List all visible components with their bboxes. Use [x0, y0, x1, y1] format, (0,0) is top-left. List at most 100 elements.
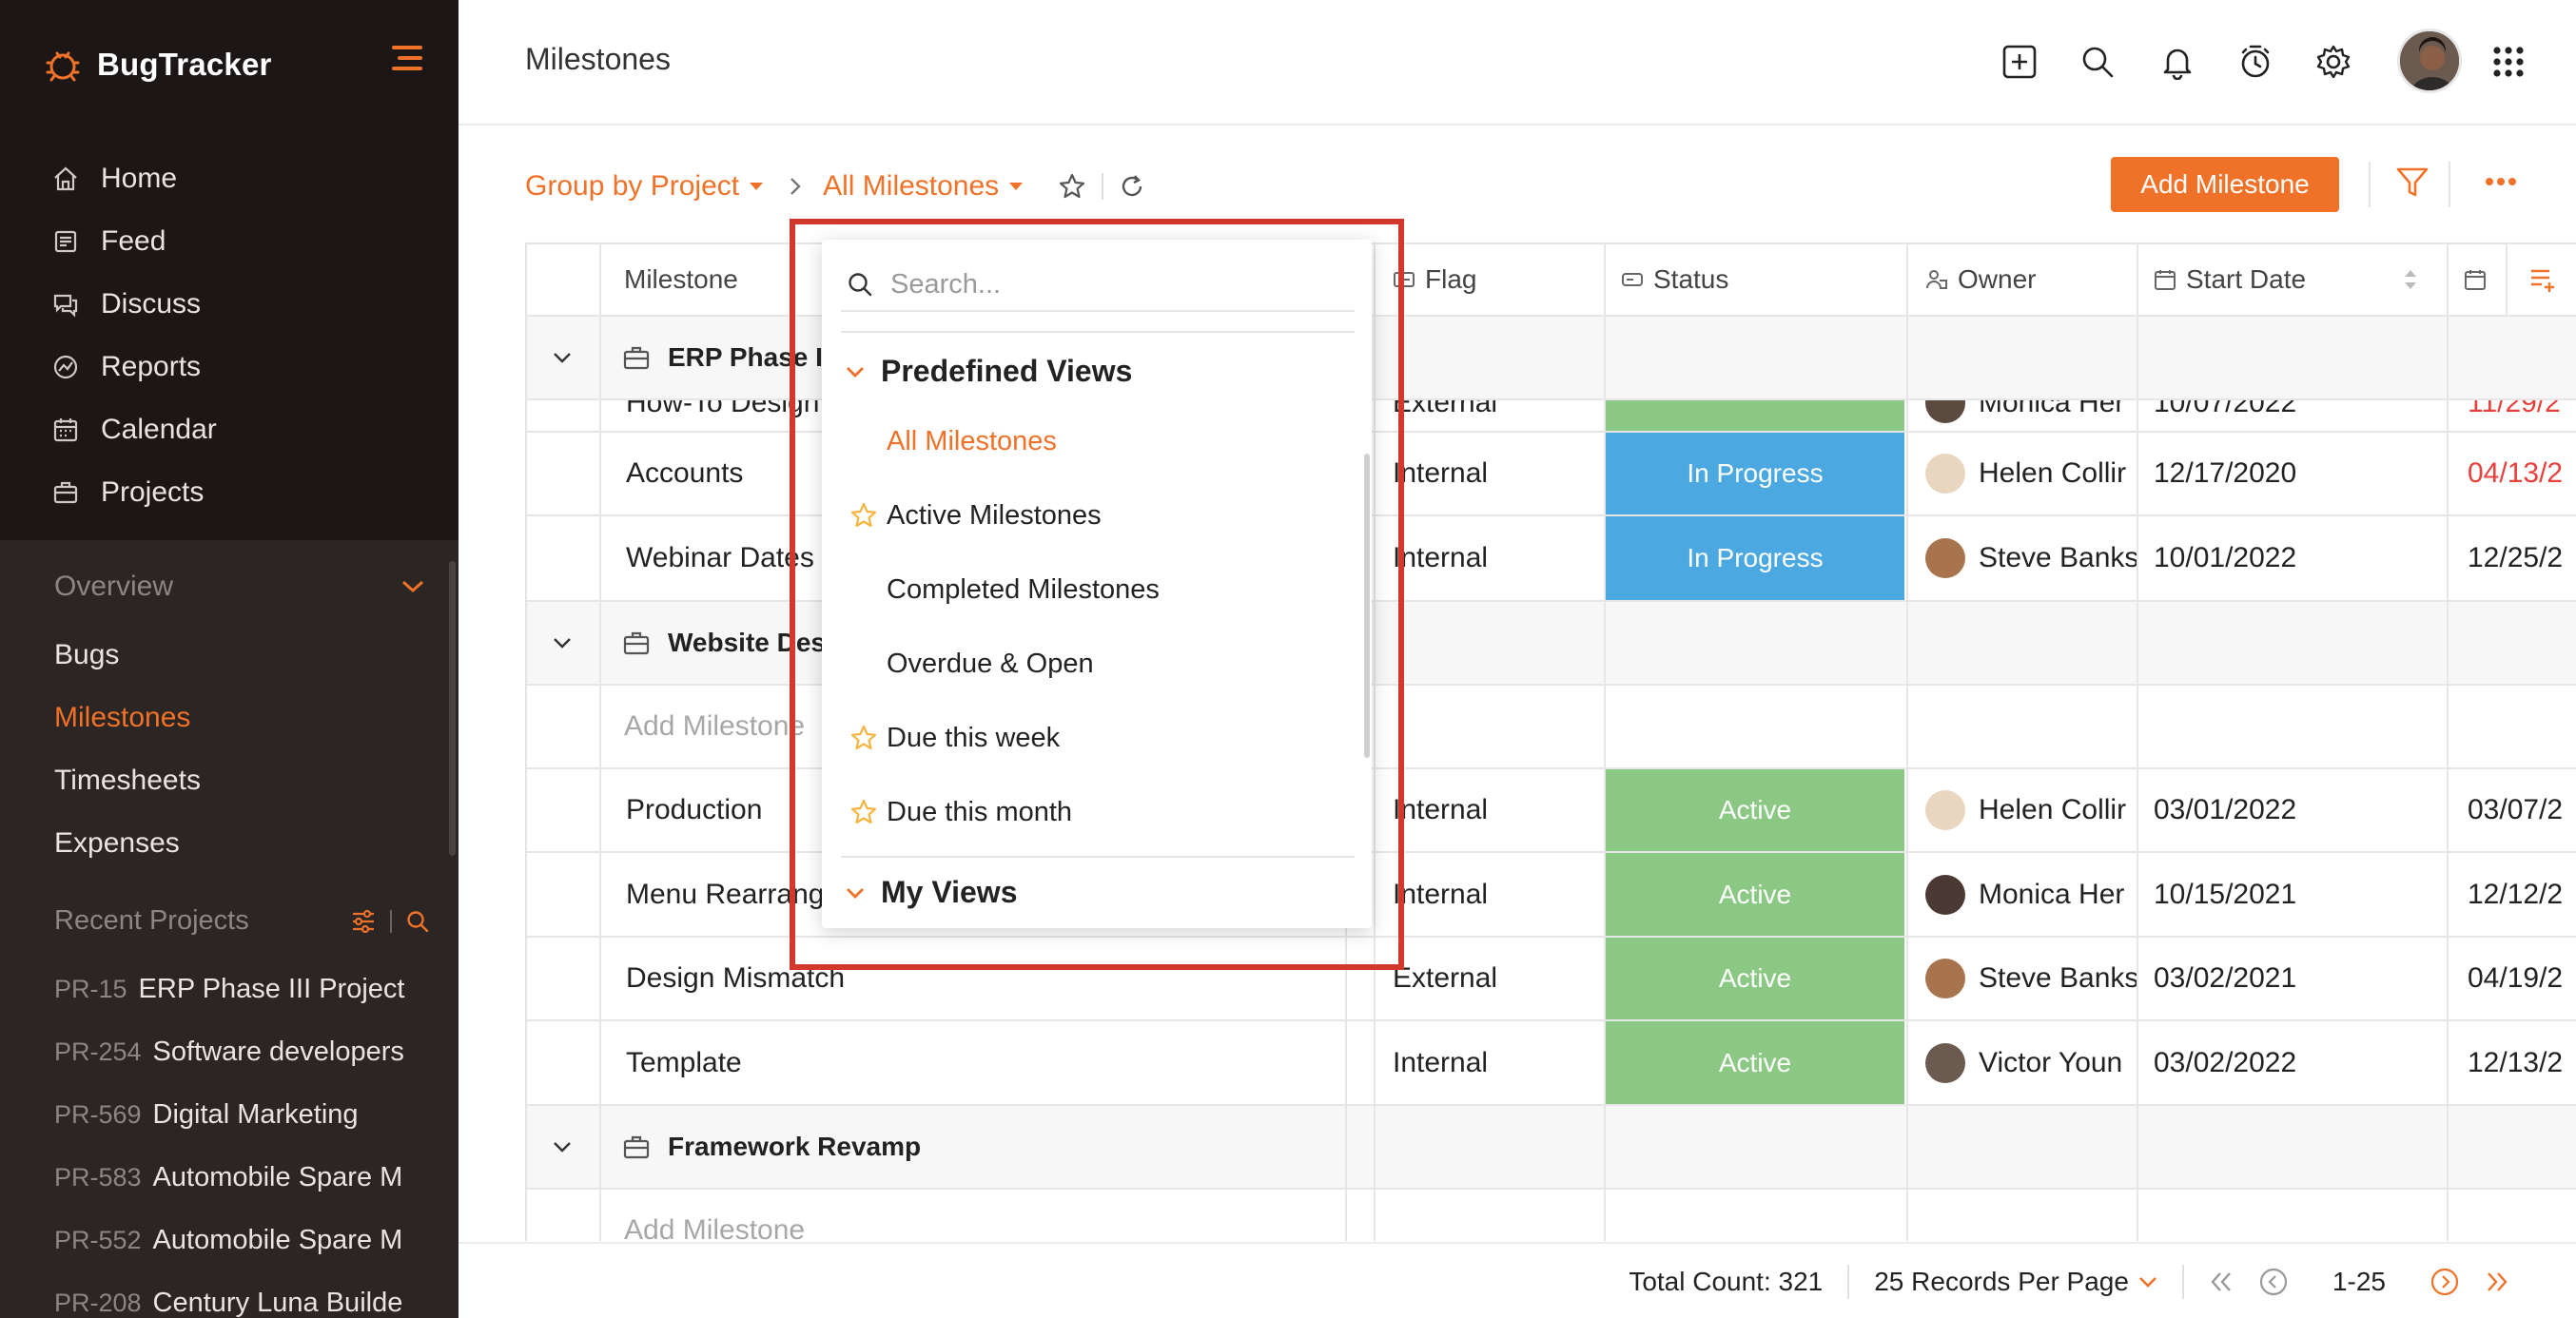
sort-icon[interactable] — [2403, 244, 2418, 315]
column-header-milestone[interactable]: Milestone — [624, 244, 738, 315]
predefined-views-header[interactable]: Predefined Views — [845, 354, 1132, 389]
milestone-name[interactable]: Webinar Dates — [626, 516, 814, 600]
overview-item-expenses[interactable]: Expenses — [54, 812, 201, 875]
overview-item-timesheets[interactable]: Timesheets — [54, 749, 201, 812]
owner-cell[interactable]: Helen Collir — [1925, 433, 2126, 514]
overview-header[interactable]: Overview — [54, 571, 425, 603]
refresh-icon[interactable] — [1119, 173, 1145, 200]
notification-bell-icon[interactable] — [2159, 44, 2195, 80]
pagination-footer: Total Count: 321 25 Records Per Page 1-2… — [459, 1242, 2576, 1318]
milestone-name[interactable]: Production — [626, 769, 762, 851]
star-icon[interactable] — [841, 798, 887, 826]
records-per-page-select[interactable]: 25 Records Per Page — [1874, 1267, 2157, 1297]
chevron-down-icon[interactable] — [400, 579, 425, 594]
owner-name: Monica Her — [1979, 400, 2125, 418]
status-badge[interactable]: Active — [1606, 769, 1904, 851]
project-briefcase-icon — [622, 344, 651, 371]
view-option-overdue-open[interactable]: Overdue & Open — [841, 635, 1336, 692]
project-name: Automobile Spare M — [152, 1224, 403, 1255]
owner-avatar — [1925, 959, 1965, 998]
my-views-header[interactable]: My Views — [845, 875, 1017, 910]
owner-cell[interactable]: Helen Collir — [1925, 769, 2126, 851]
view-option-completed-milestones[interactable]: Completed Milestones — [841, 561, 1336, 618]
view-option-due-this-week[interactable]: Due this week — [841, 709, 1336, 766]
overview-item-bugs[interactable]: Bugs — [54, 624, 201, 687]
column-header-owner[interactable]: Owner — [1925, 244, 2036, 315]
view-search-field[interactable] — [841, 259, 1355, 312]
sidebar-scrollbar[interactable] — [449, 561, 456, 856]
recent-project-item[interactable]: PR-15 ERP Phase III Project — [54, 958, 435, 1020]
dropdown-scrollbar[interactable] — [1364, 454, 1370, 758]
settings-gear-icon[interactable] — [2315, 44, 2352, 80]
owner-cell[interactable]: Steve Banks — [1925, 938, 2138, 1019]
start-date-cell: 03/02/2021 — [2154, 962, 2297, 994]
status-badge[interactable]: Active — [1606, 938, 1904, 1019]
recent-project-item[interactable]: PR-552 Automobile Spare M — [54, 1209, 435, 1271]
group-title: Framework Revamp — [622, 1106, 921, 1188]
view-option-label: Overdue & Open — [887, 648, 1094, 679]
group-by-dropdown[interactable]: Group by Project — [525, 170, 764, 203]
flag-cell: Internal — [1393, 794, 1489, 825]
status-badge[interactable]: In Progress — [1606, 516, 1904, 600]
overview-item-milestones[interactable]: Milestones — [54, 687, 201, 749]
hamburger-menu-icon[interactable] — [390, 44, 424, 72]
recent-project-item[interactable]: PR-583 Automobile Spare M — [54, 1146, 435, 1209]
view-option-all-milestones[interactable]: All Milestones — [841, 413, 1336, 470]
nav-item-projects[interactable]: Projects — [0, 461, 459, 524]
chevron-down-icon[interactable] — [552, 602, 573, 684]
milestone-name[interactable]: Template — [626, 1021, 742, 1104]
view-option-active-milestones[interactable]: Active Milestones — [841, 487, 1336, 544]
first-page-icon[interactable] — [2209, 1270, 2234, 1293]
owner-cell[interactable]: Monica Her — [1925, 853, 2124, 936]
nav-item-calendar[interactable]: Calendar — [0, 398, 459, 461]
view-option-due-this-month[interactable]: Due this month — [841, 784, 1336, 841]
recent-project-item[interactable]: PR-569 Digital Marketing — [54, 1083, 435, 1146]
timer-icon[interactable] — [2237, 44, 2274, 80]
nav-item-reports[interactable]: Reports — [0, 336, 459, 398]
view-selector-label: All Milestones — [823, 170, 1000, 202]
view-search-input[interactable] — [890, 268, 1347, 300]
status-badge[interactable]: Active — [1606, 853, 1904, 936]
column-header-status[interactable]: Status — [1621, 244, 1728, 315]
brand[interactable]: BugTracker — [42, 38, 272, 91]
view-selector-dropdown[interactable]: All Milestones — [823, 170, 1024, 203]
column-header-start-date[interactable]: Start Date — [2154, 244, 2306, 315]
end-date-cell: 12/13/2 — [2468, 1046, 2564, 1078]
add-milestone-inline[interactable]: Add Milestone — [624, 1190, 805, 1241]
apps-grid-icon[interactable] — [2490, 44, 2527, 80]
star-icon[interactable] — [841, 501, 887, 530]
star-icon[interactable] — [841, 724, 887, 752]
owner-cell[interactable]: Steve Banks — [1925, 516, 2138, 600]
owner-cell[interactable]: Victor Youn — [1925, 1021, 2122, 1104]
column-header-flag[interactable]: Flag — [1393, 244, 1476, 315]
flag-cell: Internal — [1393, 542, 1489, 573]
add-icon[interactable] — [2001, 44, 2038, 80]
nav-item-discuss[interactable]: Discuss — [0, 273, 459, 336]
table-row[interactable]: Template Internal Active Victor Youn 03/… — [527, 1021, 2576, 1106]
recent-project-item[interactable]: PR-254 Software developers — [54, 1020, 435, 1083]
add-milestone-button[interactable]: Add Milestone — [2111, 157, 2339, 212]
add-milestone-row[interactable]: Add Milestone — [527, 1190, 2576, 1241]
milestone-name[interactable]: Accounts — [626, 433, 743, 514]
search-icon[interactable] — [405, 909, 430, 934]
status-badge[interactable]: Active — [1606, 1021, 1904, 1104]
add-milestone-inline[interactable]: Add Milestone — [624, 686, 805, 767]
recent-project-item[interactable]: PR-208 Century Luna Builde — [54, 1271, 435, 1318]
nav-item-home[interactable]: Home — [0, 147, 459, 210]
status-badge[interactable]: In Progress — [1606, 433, 1904, 514]
group-row[interactable]: Framework Revamp — [527, 1106, 2576, 1190]
chevron-down-icon[interactable] — [552, 317, 573, 398]
nav-item-feed[interactable]: Feed — [0, 210, 459, 273]
filter-icon[interactable] — [2395, 165, 2430, 200]
filter-settings-icon[interactable] — [350, 909, 377, 934]
previous-page-icon[interactable] — [2258, 1267, 2289, 1297]
add-column-icon[interactable] — [2506, 244, 2576, 315]
chevron-down-icon[interactable] — [552, 1106, 573, 1188]
more-options-icon[interactable] — [2485, 177, 2517, 186]
next-page-icon[interactable] — [2430, 1267, 2460, 1297]
last-page-icon[interactable] — [2485, 1270, 2509, 1293]
bug-logo-icon — [42, 44, 84, 86]
user-avatar[interactable] — [2397, 29, 2462, 93]
search-icon[interactable] — [2079, 44, 2116, 80]
favorite-star-icon[interactable] — [1058, 172, 1086, 201]
